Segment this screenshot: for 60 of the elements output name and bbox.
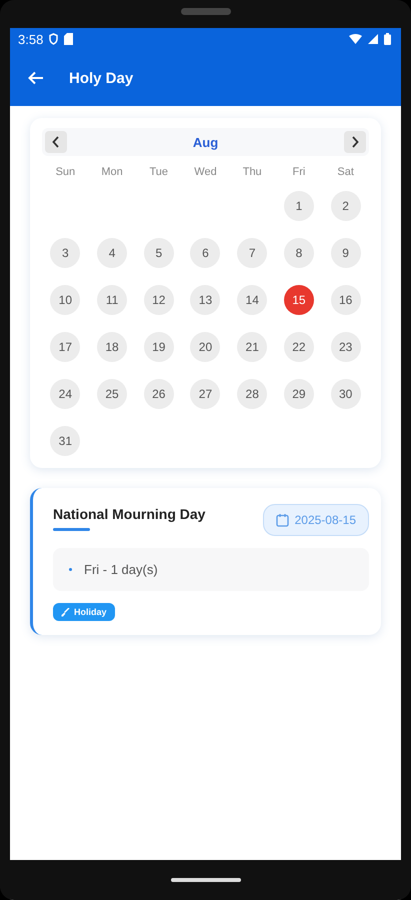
weekday-label: Wed	[193, 166, 218, 178]
day-button[interactable]: 16	[330, 285, 361, 315]
day-button[interactable]: 3	[50, 238, 80, 268]
previous-month-button[interactable]	[45, 131, 67, 153]
day-button[interactable]: 15	[284, 285, 314, 315]
next-month-button[interactable]	[344, 131, 366, 153]
day-button[interactable]: 10	[50, 285, 80, 315]
screen-title: Holy Day	[69, 70, 134, 86]
day-button[interactable]: 26	[144, 379, 174, 409]
event-detail: Fri - 1 day(s)	[84, 562, 158, 577]
day-button[interactable]: 4	[97, 238, 128, 268]
day-button[interactable]: 19	[144, 332, 174, 362]
day-button[interactable]: 31	[50, 426, 80, 456]
signal-icon	[368, 34, 378, 44]
day-button[interactable]: 11	[97, 285, 128, 315]
event-date: 2025-08-15	[294, 513, 356, 527]
day-button[interactable]: 27	[190, 379, 220, 409]
status-time: 3:58	[18, 32, 44, 46]
weekday-label: Fri	[292, 166, 306, 178]
back-arrow-icon[interactable]	[28, 71, 44, 85]
day-button[interactable]: 21	[237, 332, 268, 362]
battery-icon	[384, 33, 391, 45]
title-underline	[53, 528, 90, 531]
brush-icon	[61, 608, 70, 616]
day-button[interactable]: 14	[237, 285, 268, 315]
tag-label: Holiday	[74, 607, 107, 617]
day-button[interactable]: 12	[144, 285, 174, 315]
phone-speaker	[181, 8, 231, 15]
weekday-label: Mon	[100, 166, 124, 178]
day-button[interactable]: 2	[330, 191, 361, 221]
day-button[interactable]: 29	[284, 379, 314, 409]
weekday-label: Tue	[148, 166, 170, 178]
sim-card-icon	[64, 33, 74, 45]
shield-icon	[49, 33, 58, 45]
month-label: Aug	[192, 134, 218, 150]
day-button[interactable]: 13	[190, 285, 220, 315]
day-button[interactable]: 22	[284, 332, 314, 362]
day-button[interactable]: 9	[330, 238, 361, 268]
day-button[interactable]: 18	[97, 332, 128, 362]
weekday-label: Sat	[336, 166, 355, 178]
wifi-icon	[349, 34, 362, 44]
day-button[interactable]: 1	[284, 191, 314, 221]
day-button[interactable]: 8	[284, 238, 314, 268]
bullet-dot	[69, 568, 72, 571]
day-button[interactable]: 28	[237, 379, 268, 409]
day-button[interactable]: 30	[330, 379, 361, 409]
day-button[interactable]: 17	[50, 332, 80, 362]
event-title: National Mourning Day	[53, 506, 206, 522]
day-button[interactable]: 25	[97, 379, 128, 409]
day-button[interactable]: 5	[144, 238, 174, 268]
day-button[interactable]: 7	[237, 238, 268, 268]
chevron-right-icon	[351, 136, 359, 148]
chevron-left-icon	[52, 136, 60, 148]
calendar-icon	[276, 513, 289, 527]
day-button[interactable]: 6	[190, 238, 220, 268]
weekday-label: Thu	[242, 166, 263, 178]
day-button[interactable]: 23	[330, 332, 361, 362]
day-button[interactable]: 20	[190, 332, 220, 362]
day-button[interactable]: 24	[50, 379, 80, 409]
weekday-label: Sun	[54, 166, 76, 178]
